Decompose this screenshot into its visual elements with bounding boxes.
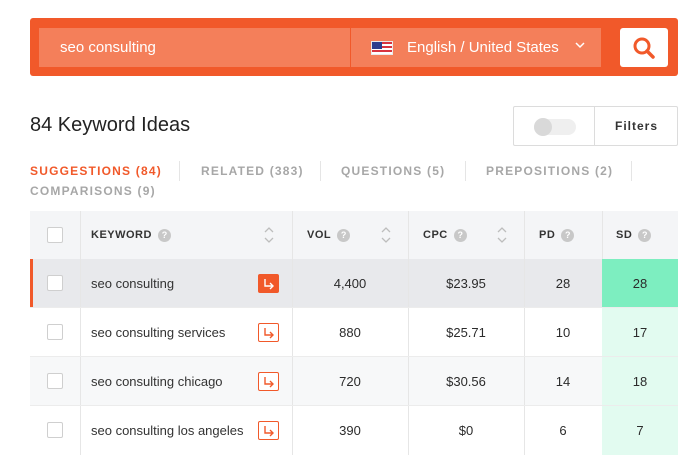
table-row[interactable]: seo consulting los angeles 390 $0 6 7: [30, 406, 678, 455]
filter-toggle[interactable]: [534, 118, 576, 136]
search-icon: [633, 37, 655, 59]
tab-comparisons[interactable]: COMPARISONS (9): [30, 184, 156, 198]
sort-icon[interactable]: [264, 226, 274, 244]
locale-dropdown[interactable]: English / United States: [351, 28, 601, 67]
chevron-down-icon: [575, 42, 585, 49]
arrow-right-icon: [264, 328, 274, 339]
select-all-checkbox[interactable]: [47, 227, 63, 243]
keyword-text[interactable]: seo consulting los angeles: [91, 423, 244, 438]
vol-cell: 720: [339, 374, 361, 389]
table-row[interactable]: seo consulting 4,400 $23.95 28 28: [30, 259, 678, 308]
vol-header-label: VOL: [307, 229, 332, 241]
cpc-cell: $0: [458, 423, 474, 438]
keyword-cell: seo consulting chicago: [91, 357, 223, 406]
filters-panel: Filters: [513, 106, 678, 146]
vol-cell: 390: [339, 423, 361, 438]
keyword-header-label: KEYWORD: [91, 229, 152, 241]
divider: [408, 211, 409, 259]
sd-cell: 7: [602, 406, 678, 455]
cpc-cell: $25.71: [446, 325, 486, 340]
toggle-knob: [534, 118, 552, 136]
keyword-input[interactable]: [39, 28, 350, 67]
divider: [80, 211, 81, 259]
arrow-right-icon: [264, 426, 274, 437]
help-icon[interactable]: ?: [157, 228, 171, 242]
tab-questions[interactable]: QUESTIONS (5): [341, 164, 445, 178]
sort-icon[interactable]: [381, 226, 391, 244]
cpc-header-label: CPC: [423, 229, 448, 241]
cpc-cell: $30.56: [446, 374, 486, 389]
divider: [631, 161, 632, 181]
divider: [80, 259, 81, 308]
row-checkbox[interactable]: [47, 422, 63, 438]
tab-related[interactable]: RELATED (383): [201, 164, 304, 178]
divider: [524, 211, 525, 259]
help-icon[interactable]: ?: [638, 228, 652, 242]
sd-cell: 17: [602, 308, 678, 357]
cpc-cell: $23.95: [446, 276, 486, 291]
keyword-text[interactable]: seo consulting services: [91, 325, 225, 340]
sd-cell: 28: [602, 259, 678, 308]
help-icon[interactable]: ?: [337, 228, 351, 242]
pd-header-label: PD: [539, 229, 556, 241]
help-icon[interactable]: ?: [561, 228, 575, 242]
tab-suggestions[interactable]: SUGGESTIONS (84): [30, 164, 162, 178]
divider: [320, 161, 321, 181]
sd-header-label: SD: [616, 229, 633, 241]
divider: [465, 161, 466, 181]
pd-cell: 10: [555, 325, 571, 340]
arrow-right-icon: [264, 279, 274, 290]
open-keyword-button[interactable]: [258, 323, 279, 342]
vol-cell: 4,400: [333, 276, 367, 291]
cpc-header[interactable]: CPC ?: [423, 211, 467, 259]
divider: [179, 161, 180, 181]
us-flag-icon: [371, 41, 393, 55]
divider: [602, 211, 603, 259]
arrow-right-icon: [264, 377, 274, 388]
row-checkbox[interactable]: [47, 373, 63, 389]
filters-button[interactable]: Filters: [595, 107, 678, 145]
row-checkbox[interactable]: [47, 324, 63, 340]
open-keyword-button[interactable]: [258, 274, 279, 293]
selected-row-indicator: [30, 259, 33, 308]
keyword-cell: seo consulting services: [91, 308, 225, 357]
divider: [292, 211, 293, 259]
table-header: KEYWORD ? VOL ? CPC ? PD ? SD ?: [30, 211, 678, 259]
search-bar: English / United States: [30, 18, 678, 76]
table-row[interactable]: seo consulting chicago 720 $30.56 14 18: [30, 357, 678, 406]
search-button[interactable]: [620, 28, 668, 67]
locale-label: English / United States: [407, 39, 559, 56]
keyword-cell: seo consulting: [91, 259, 174, 308]
page-title: 84 Keyword Ideas: [30, 114, 191, 136]
sort-icon[interactable]: [497, 226, 507, 244]
vol-cell: 880: [339, 325, 361, 340]
table-row[interactable]: seo consulting services 880 $25.71 10 17: [30, 308, 678, 357]
keyword-cell: seo consulting los angeles: [91, 406, 244, 455]
open-keyword-button[interactable]: [258, 421, 279, 440]
pd-cell: 28: [555, 276, 571, 291]
row-checkbox[interactable]: [47, 275, 63, 291]
divider: [80, 357, 81, 406]
sd-header[interactable]: SD ?: [616, 211, 652, 259]
divider: [80, 308, 81, 357]
divider: [80, 406, 81, 455]
keyword-text[interactable]: seo consulting: [91, 276, 174, 291]
open-keyword-button[interactable]: [258, 372, 279, 391]
help-icon[interactable]: ?: [453, 228, 467, 242]
keyword-header[interactable]: KEYWORD ?: [91, 211, 171, 259]
pd-header[interactable]: PD ?: [539, 211, 575, 259]
tab-prepositions[interactable]: PREPOSITIONS (2): [486, 164, 613, 178]
vol-header[interactable]: VOL ?: [307, 211, 351, 259]
sd-cell: 18: [602, 357, 678, 406]
pd-cell: 14: [555, 374, 571, 389]
pd-cell: 6: [559, 423, 567, 438]
keyword-text[interactable]: seo consulting chicago: [91, 374, 223, 389]
